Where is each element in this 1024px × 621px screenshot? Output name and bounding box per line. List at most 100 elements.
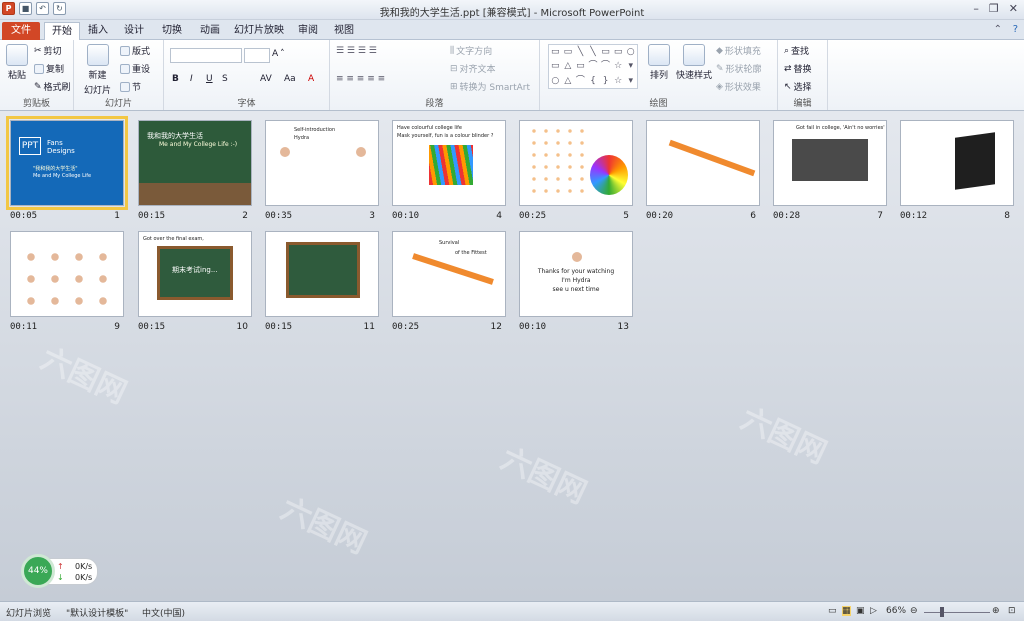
quick-styles-button[interactable]: 快速样式: [676, 44, 712, 81]
slide-13-number: 13: [617, 322, 629, 332]
easel-board-image: [955, 132, 995, 190]
language-label[interactable]: 中文(中国): [142, 606, 185, 619]
slide-thumbnail-12[interactable]: Survival of the Fittest: [392, 231, 506, 317]
network-speed-widget[interactable]: ↑ 0K/s ↓ 0K/s: [48, 558, 98, 585]
font-size-field[interactable]: [244, 48, 270, 63]
paragraph-group-label: 段落: [425, 99, 444, 109]
avatar: [280, 147, 290, 157]
slide-thumbnail-5[interactable]: [519, 120, 633, 206]
bullets-icon[interactable]: ☰ ☰ ☰ ☰: [336, 46, 377, 56]
find-icon: ⌕: [784, 45, 790, 56]
tab-transitions[interactable]: 切换: [158, 22, 186, 40]
slide-4-title: Have colourful college life: [397, 125, 462, 131]
char-spacing-button[interactable]: AV: [260, 74, 272, 84]
sorter-view-icon[interactable]: ▦: [842, 606, 851, 616]
slide-7-title: Got fail in college, 'Ain't no worries': [796, 125, 885, 131]
chalkboard-image: [792, 139, 868, 181]
slide-3-number: 3: [369, 211, 375, 221]
slide-13-subtitle: I'm Hydra: [561, 277, 591, 284]
zoom-slider-thumb[interactable]: [940, 607, 944, 617]
align-icons[interactable]: ≡ ≡ ≡ ≡ ≡: [336, 74, 385, 84]
fit-window-icon[interactable]: ⊡: [1008, 606, 1016, 616]
slide-thumbnail-9[interactable]: [10, 231, 124, 317]
smartart-button[interactable]: ⊞ 转换为 SmartArt: [450, 80, 530, 94]
normal-view-icon[interactable]: ▭: [828, 606, 837, 616]
section-button[interactable]: 节: [120, 80, 141, 93]
slide-thumbnail-1[interactable]: PPT Fans Designs "我和我的大学生活" Me and My Co…: [6, 116, 128, 210]
cut-button[interactable]: ✂ 剪切: [34, 44, 62, 58]
paste-button[interactable]: 粘贴: [6, 44, 28, 81]
tab-file[interactable]: 文件: [2, 22, 40, 40]
slide-12-subtitle: of the Fittest: [455, 250, 487, 256]
align-text-button[interactable]: ⊟ 对齐文本: [450, 62, 496, 76]
zoom-in-icon[interactable]: ⊕: [992, 606, 1000, 616]
minimize-icon[interactable]: –: [973, 2, 979, 15]
slide-10-number: 10: [236, 322, 248, 332]
bold-button[interactable]: B: [172, 74, 179, 84]
slide-thumbnail-11[interactable]: [265, 231, 379, 317]
slide-thumbnail-7[interactable]: Got fail in college, 'Ain't no worries': [773, 120, 887, 206]
new-slide-button[interactable]: 新建 幻灯片: [84, 44, 111, 96]
slide-thumbnail-3[interactable]: Self-introduction Hydra: [265, 120, 379, 206]
tab-slideshow[interactable]: 幻灯片放映: [232, 22, 286, 40]
select-icon: ↖: [784, 81, 792, 92]
tab-design[interactable]: 设计: [120, 22, 148, 40]
change-case-button[interactable]: Aa: [284, 74, 296, 84]
layout-icon: [120, 45, 130, 56]
slide-thumbnail-4[interactable]: Have colourful college life Mask yoursel…: [392, 120, 506, 206]
tab-home[interactable]: 开始: [44, 22, 80, 40]
slide-12-timing: 00:25: [392, 322, 420, 332]
align-text-icon: ⊟: [450, 63, 458, 74]
theme-label[interactable]: "默认设计模板": [66, 606, 128, 619]
font-color-button[interactable]: A: [308, 74, 314, 84]
tab-review[interactable]: 审阅: [294, 22, 322, 40]
close-icon[interactable]: ✕: [1009, 2, 1018, 15]
slideshow-view-icon[interactable]: ▷: [870, 606, 877, 616]
shadow-button[interactable]: S: [222, 74, 228, 84]
zoom-slider[interactable]: [924, 612, 990, 613]
quick-styles-icon: [683, 44, 705, 66]
watermark: 六图网: [735, 401, 832, 472]
clipboard-group: 粘贴 ✂ 剪切 复制 ✎ 格式刷 剪贴板: [0, 40, 74, 110]
shape-fill-button[interactable]: ◆ 形状填充: [716, 44, 761, 58]
italic-button[interactable]: I: [190, 74, 193, 84]
zoom-out-icon[interactable]: ⊖: [910, 606, 918, 616]
format-painter-button[interactable]: ✎ 格式刷: [34, 80, 71, 94]
slide-thumbnail-8[interactable]: [900, 120, 1014, 206]
watermark: 六图网: [275, 491, 372, 562]
slide-8-number: 8: [1004, 211, 1010, 221]
grow-font-button[interactable]: A ˄: [272, 49, 285, 59]
reading-view-icon[interactable]: ▣: [856, 606, 865, 616]
tab-animations[interactable]: 动画: [196, 22, 224, 40]
slide-1-subtitle: Fans Designs: [47, 139, 75, 155]
copy-button[interactable]: 复制: [34, 62, 64, 75]
help-icon[interactable]: ?: [1013, 24, 1018, 35]
title-bar: P ■ ↶ ↻ 我和我的大学生活.ppt [兼容模式] - Microsoft …: [0, 0, 1024, 20]
shape-effects-button[interactable]: ◈ 形状效果: [716, 80, 761, 94]
slide-thumbnail-6[interactable]: [646, 120, 760, 206]
slide-thumbnail-13[interactable]: Thanks for your watching I'm Hydra see u…: [519, 231, 633, 317]
restore-icon[interactable]: ❐: [989, 2, 999, 15]
ribbon-minimize-icon[interactable]: ⌃: [994, 24, 1002, 35]
select-button[interactable]: ↖ 选择: [784, 80, 812, 94]
paragraph-group: ☰ ☰ ☰ ☰ ≡ ≡ ≡ ≡ ≡ ⫼ 文字方向 ⊟ 对齐文本 ⊞ 转换为 Smart…: [330, 40, 540, 110]
grow-font-icon: ˄: [280, 49, 285, 59]
zoom-level[interactable]: 66%: [886, 606, 906, 616]
slide-thumbnail-10[interactable]: Got over the final exam, 期末考试ing...: [138, 231, 252, 317]
tab-insert[interactable]: 插入: [84, 22, 112, 40]
memory-gauge[interactable]: 44%: [21, 554, 55, 588]
reset-button[interactable]: 重设: [120, 62, 150, 75]
font-name-field[interactable]: [170, 48, 242, 63]
arrange-icon: [648, 44, 670, 66]
find-button[interactable]: ⌕ 查找: [784, 44, 809, 58]
text-direction-button[interactable]: ⫼ 文字方向: [450, 44, 492, 58]
arrange-button[interactable]: 排列: [648, 44, 670, 81]
slide-thumbnail-2[interactable]: 我和我的大学生活 Me and My College Life :-): [138, 120, 252, 206]
tab-view[interactable]: 视图: [330, 22, 358, 40]
drawing-group-label: 绘图: [649, 99, 668, 109]
underline-button[interactable]: U: [206, 74, 213, 84]
shapes-gallery[interactable]: ▭ ▭ ╲ ╲ ▭ ▭ ○ ▭ △ ▭ ⌒ ⌒ ☆ ▾ ○ △ ⌒{} ☆ ▾: [548, 44, 638, 89]
layout-button[interactable]: 版式: [120, 44, 150, 57]
replace-button[interactable]: ⇄ 替换: [784, 62, 812, 76]
shape-outline-button[interactable]: ✎ 形状轮廓: [716, 62, 762, 76]
